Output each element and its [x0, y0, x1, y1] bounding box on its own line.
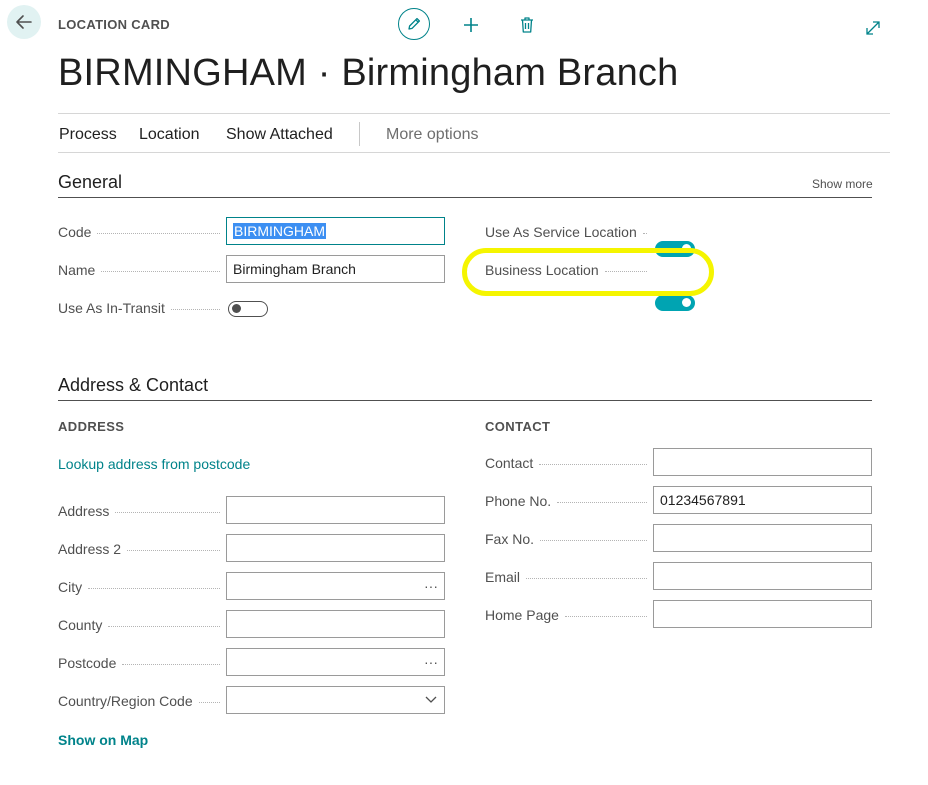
action-bar-top-divider: [58, 113, 890, 114]
postcode-lookup-ellipsis[interactable]: ···: [424, 654, 438, 670]
email-label: Email: [485, 567, 653, 587]
city-label: City: [58, 577, 226, 597]
business-location-label: Business Location: [485, 260, 653, 280]
country-region-code-select[interactable]: [226, 686, 445, 714]
address-contact-section-divider: [58, 400, 872, 401]
address-label: Address: [58, 501, 226, 521]
city-field[interactable]: ···: [226, 572, 445, 600]
back-button[interactable]: [7, 5, 41, 39]
use-as-in-transit-label: Use As In-Transit: [58, 298, 226, 318]
county-field[interactable]: [226, 610, 445, 638]
show-more-link[interactable]: Show more: [812, 177, 873, 191]
show-on-map-link[interactable]: Show on Map: [58, 732, 148, 748]
phone-no-field[interactable]: 01234567891: [653, 486, 872, 514]
home-page-label: Home Page: [485, 605, 653, 625]
general-section-title[interactable]: General: [58, 172, 122, 193]
city-lookup-ellipsis[interactable]: ···: [424, 578, 438, 594]
action-location[interactable]: Location: [139, 126, 200, 144]
name-label: Name: [58, 260, 226, 280]
action-process[interactable]: Process: [59, 126, 117, 144]
action-bar-bottom-divider: [58, 152, 890, 153]
contact-label: Contact: [485, 453, 653, 473]
expand-button[interactable]: [862, 17, 884, 39]
new-button[interactable]: [459, 13, 483, 37]
code-field[interactable]: BIRMINGHAM: [226, 217, 445, 245]
fax-no-field[interactable]: [653, 524, 872, 552]
email-field[interactable]: [653, 562, 872, 590]
general-section-divider: [58, 197, 872, 198]
country-region-code-label: Country/Region Code: [58, 691, 226, 711]
county-label: County: [58, 615, 226, 635]
action-more-options[interactable]: More options: [386, 126, 479, 144]
postcode-field[interactable]: ···: [226, 648, 445, 676]
use-as-in-transit-toggle[interactable]: [228, 301, 268, 317]
delete-button[interactable]: [515, 13, 539, 37]
business-location-toggle[interactable]: [655, 295, 695, 311]
fax-no-label: Fax No.: [485, 529, 653, 549]
page-caption: LOCATION CARD: [58, 17, 170, 32]
edit-button[interactable]: [398, 8, 430, 40]
action-separator: [359, 122, 360, 146]
phone-no-value: 01234567891: [660, 492, 746, 508]
pencil-icon: [408, 17, 421, 30]
address-contact-section-title[interactable]: Address & Contact: [58, 375, 208, 396]
chevron-down-icon: [425, 696, 437, 703]
code-label: Code: [58, 222, 226, 242]
postcode-label: Postcode: [58, 653, 226, 673]
home-page-field[interactable]: [653, 600, 872, 628]
contact-field[interactable]: [653, 448, 872, 476]
address-heading: ADDRESS: [58, 419, 125, 434]
page-title: BIRMINGHAM · Birmingham Branch: [58, 52, 679, 94]
expand-icon: [866, 21, 880, 35]
plus-icon: [464, 18, 478, 32]
phone-no-label: Phone No.: [485, 491, 653, 511]
address-field[interactable]: [226, 496, 445, 524]
name-value: Birmingham Branch: [233, 261, 356, 277]
action-show-attached[interactable]: Show Attached: [226, 126, 333, 144]
use-as-service-location-toggle[interactable]: [655, 241, 695, 257]
toggle-knob: [682, 298, 691, 307]
use-as-service-location-label: Use As Service Location: [485, 222, 653, 242]
toggle-knob: [232, 304, 241, 313]
code-value: BIRMINGHAM: [233, 223, 326, 239]
name-field[interactable]: Birmingham Branch: [226, 255, 445, 283]
address-2-field[interactable]: [226, 534, 445, 562]
back-arrow-icon: [16, 15, 32, 29]
address-2-label: Address 2: [58, 539, 226, 559]
toggle-knob: [682, 244, 691, 253]
trash-icon: [521, 17, 533, 33]
lookup-address-link[interactable]: Lookup address from postcode: [58, 456, 250, 472]
contact-heading: CONTACT: [485, 419, 551, 434]
